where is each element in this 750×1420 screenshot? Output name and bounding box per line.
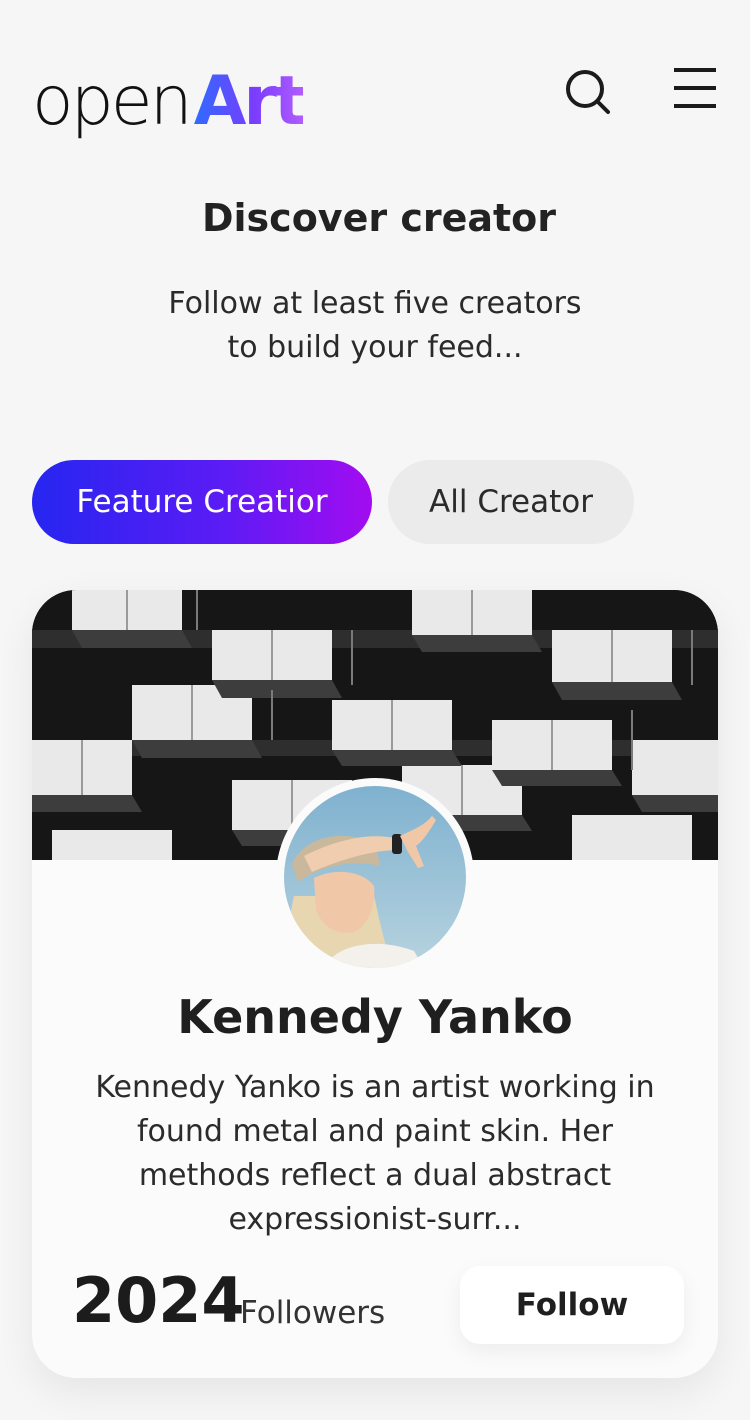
logo-open-text: open [32, 62, 193, 141]
discover-creator-screen: open Art Discover creator Follow at leas… [0, 0, 750, 1420]
menu-button[interactable] [670, 66, 718, 110]
creator-avatar[interactable] [276, 778, 474, 976]
bio-line: methods reflect a dual abstract [138, 1158, 612, 1193]
openart-logo[interactable]: open Art [32, 56, 307, 141]
creator-portrait-illustration [284, 786, 466, 968]
search-icon [566, 70, 610, 114]
search-button[interactable] [562, 66, 614, 118]
creator-card[interactable]: Kennedy Yanko Kennedy Yanko is an artist… [32, 590, 718, 1378]
top-app-bar: open Art [0, 0, 750, 150]
bio-line: found metal and paint skin. Her [136, 1114, 614, 1149]
bio-line: Kennedy Yanko is an artist working in [95, 1070, 655, 1105]
followers-label: Followers [240, 1295, 386, 1331]
hamburger-menu-icon [674, 68, 716, 108]
page-title: Discover creator [201, 196, 557, 240]
page-subtitle: Follow at least five creators to build y… [0, 282, 750, 370]
creator-name: Kennedy Yanko [177, 990, 573, 1044]
logo-art-text: Art [193, 62, 307, 141]
followers-count: 2024 [72, 1264, 245, 1337]
subtitle-line: Follow at least five creators [168, 286, 582, 321]
avatar-photo [284, 786, 466, 968]
subtitle-line: to build your feed... [227, 330, 523, 365]
bio-line: expressionist-surr... [228, 1202, 522, 1237]
tab-featured-creator[interactable]: Feature Creatior [32, 460, 372, 544]
follow-button[interactable]: Follow [460, 1266, 684, 1344]
creator-bio: Kennedy Yanko is an artist working in fo… [80, 1066, 670, 1242]
tab-all-creator[interactable]: All Creator [388, 460, 634, 544]
